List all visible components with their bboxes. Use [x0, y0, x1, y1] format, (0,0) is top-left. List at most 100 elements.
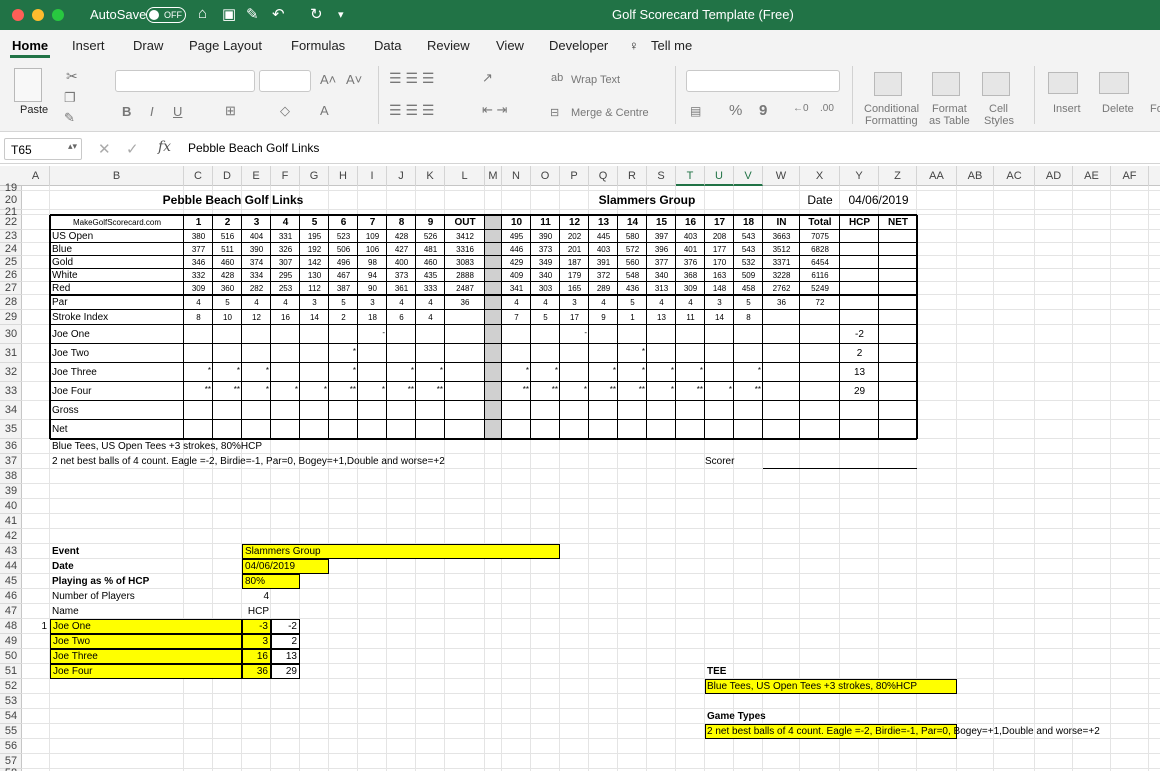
bold-button[interactable]: B — [122, 104, 131, 119]
column-header[interactable]: U — [705, 166, 734, 186]
tab-page-layout[interactable]: Page Layout — [189, 38, 262, 53]
conditional-formatting-icon[interactable] — [874, 72, 902, 96]
stroke-marker[interactable]: ** — [589, 382, 618, 401]
cancel-icon[interactable]: ✕ — [98, 140, 111, 158]
out-header[interactable]: OUT — [445, 215, 485, 230]
row-header[interactable]: 44 — [0, 559, 22, 574]
column-header[interactable]: AB — [957, 166, 994, 186]
setup-player-hcp[interactable]: 16 — [242, 649, 271, 664]
formula-input[interactable]: Pebble Beach Golf Links — [188, 141, 319, 155]
cells-area[interactable]: Pebble Beach Golf Links Slammers Group Dat… — [22, 186, 1160, 771]
row-header[interactable]: 31 — [0, 344, 22, 363]
column-header[interactable]: L — [445, 166, 485, 186]
stroke-marker[interactable]: * — [705, 382, 734, 401]
setup-player-name[interactable]: Joe Three — [50, 649, 184, 664]
stroke-marker[interactable]: * — [300, 382, 329, 401]
stroke-marker[interactable]: * — [618, 344, 647, 363]
cell-styles-label-1[interactable]: Cell — [989, 103, 1008, 115]
stroke-index[interactable]: 4 — [416, 310, 445, 325]
tab-draw[interactable]: Draw — [133, 38, 163, 53]
stroke-index[interactable]: 13 — [647, 310, 676, 325]
row-header[interactable]: 48 — [0, 619, 22, 634]
stroke-marker[interactable]: * — [242, 363, 271, 382]
par-value[interactable]: 5 — [213, 295, 242, 310]
stroke-marker[interactable]: - — [560, 325, 589, 344]
row-header[interactable]: 53 — [0, 694, 22, 709]
undo-icon[interactable]: ↶ — [272, 5, 285, 23]
insert-button[interactable]: Insert — [1053, 103, 1081, 115]
row-header[interactable]: 35 — [0, 420, 22, 439]
stroke-index[interactable]: 16 — [271, 310, 300, 325]
par-value[interactable]: 4 — [647, 295, 676, 310]
row-header[interactable]: 40 — [0, 499, 22, 514]
num-players-value[interactable]: 4 — [242, 589, 271, 604]
hole-number[interactable]: 9 — [416, 215, 445, 230]
par-value[interactable]: 4 — [242, 295, 271, 310]
setup-player-calc[interactable]: -2 — [271, 619, 300, 634]
orientation-icon[interactable]: ↗ — [482, 70, 493, 86]
row-header[interactable]: 30 — [0, 325, 22, 344]
par-value[interactable]: 3 — [300, 295, 329, 310]
game-types-label[interactable]: Game Types — [705, 709, 766, 724]
column-header[interactable]: AD — [1035, 166, 1073, 186]
increase-font-icon[interactable]: A˄ — [320, 72, 336, 87]
column-header[interactable]: J — [387, 166, 416, 186]
stroke-index[interactable]: 7 — [502, 310, 531, 325]
insert-cells-icon[interactable] — [1048, 72, 1078, 94]
tab-formulas[interactable]: Formulas — [291, 38, 345, 53]
par-value[interactable]: 5 — [618, 295, 647, 310]
stroke-marker[interactable]: - — [358, 325, 387, 344]
delete-cells-icon[interactable] — [1099, 72, 1129, 94]
font-size-select[interactable] — [259, 70, 311, 92]
pct-value[interactable]: 80% — [242, 574, 271, 589]
par-label[interactable]: Par — [50, 295, 184, 310]
column-header[interactable]: A — [1149, 166, 1160, 186]
stroke-index[interactable]: 2 — [329, 310, 358, 325]
stroke-marker[interactable]: * — [647, 382, 676, 401]
date-value[interactable]: 04/06/2019 — [840, 191, 917, 210]
hole-number[interactable]: 4 — [271, 215, 300, 230]
hole-number[interactable]: 11 — [531, 215, 560, 230]
stroke-marker[interactable]: * — [589, 363, 618, 382]
setup-player-name[interactable]: Joe Four — [50, 664, 184, 679]
total-header[interactable]: Total — [800, 215, 840, 230]
percent-button[interactable]: % — [729, 102, 742, 119]
row-header[interactable]: 47 — [0, 604, 22, 619]
function-icon[interactable]: fx — [158, 139, 171, 155]
format-painter-icon[interactable]: ✎ — [64, 110, 75, 126]
save-icon[interactable]: ▣ — [222, 5, 236, 23]
row-header[interactable]: 50 — [0, 649, 22, 664]
row-header[interactable]: 41 — [0, 514, 22, 529]
setup-player-name[interactable]: Joe Two — [50, 634, 184, 649]
row-header[interactable]: 52 — [0, 679, 22, 694]
net-label[interactable]: Net — [50, 420, 184, 439]
stroke-marker[interactable]: * — [647, 363, 676, 382]
par-value[interactable]: 4 — [589, 295, 618, 310]
decrease-decimal-icon[interactable]: .00 — [820, 103, 834, 114]
decrease-font-icon[interactable]: A˅ — [346, 72, 362, 87]
par-total[interactable]: 72 — [800, 295, 840, 310]
increase-decimal-icon[interactable]: ←0 — [793, 103, 809, 114]
stroke-marker[interactable]: ** — [213, 382, 242, 401]
par-value[interactable]: 4 — [271, 295, 300, 310]
column-header[interactable]: F — [271, 166, 300, 186]
stroke-marker[interactable]: ** — [416, 382, 445, 401]
align-left-icon[interactable]: ☰ ☰ ☰ — [389, 102, 434, 119]
date-label[interactable]: Date — [800, 191, 840, 210]
setup-player-calc[interactable]: 29 — [271, 664, 300, 679]
row-header[interactable]: 33 — [0, 382, 22, 401]
column-header[interactable]: AA — [917, 166, 957, 186]
row-header[interactable]: 38 — [0, 469, 22, 484]
format-button[interactable]: Fo — [1150, 103, 1160, 115]
autosave-toggle[interactable]: OFF — [146, 7, 186, 23]
column-header[interactable]: AC — [994, 166, 1035, 186]
setup-player-hcp[interactable]: 3 — [242, 634, 271, 649]
stroke-index[interactable]: 5 — [531, 310, 560, 325]
par-value[interactable]: 4 — [531, 295, 560, 310]
scorer-label[interactable]: Scorer — [705, 454, 734, 469]
edit-icon[interactable]: ✎ — [246, 5, 259, 23]
par-value[interactable]: 3 — [560, 295, 589, 310]
underline-button[interactable]: U — [173, 104, 182, 119]
fill-color-icon[interactable]: ◇ — [280, 103, 290, 119]
column-header[interactable]: C — [184, 166, 213, 186]
